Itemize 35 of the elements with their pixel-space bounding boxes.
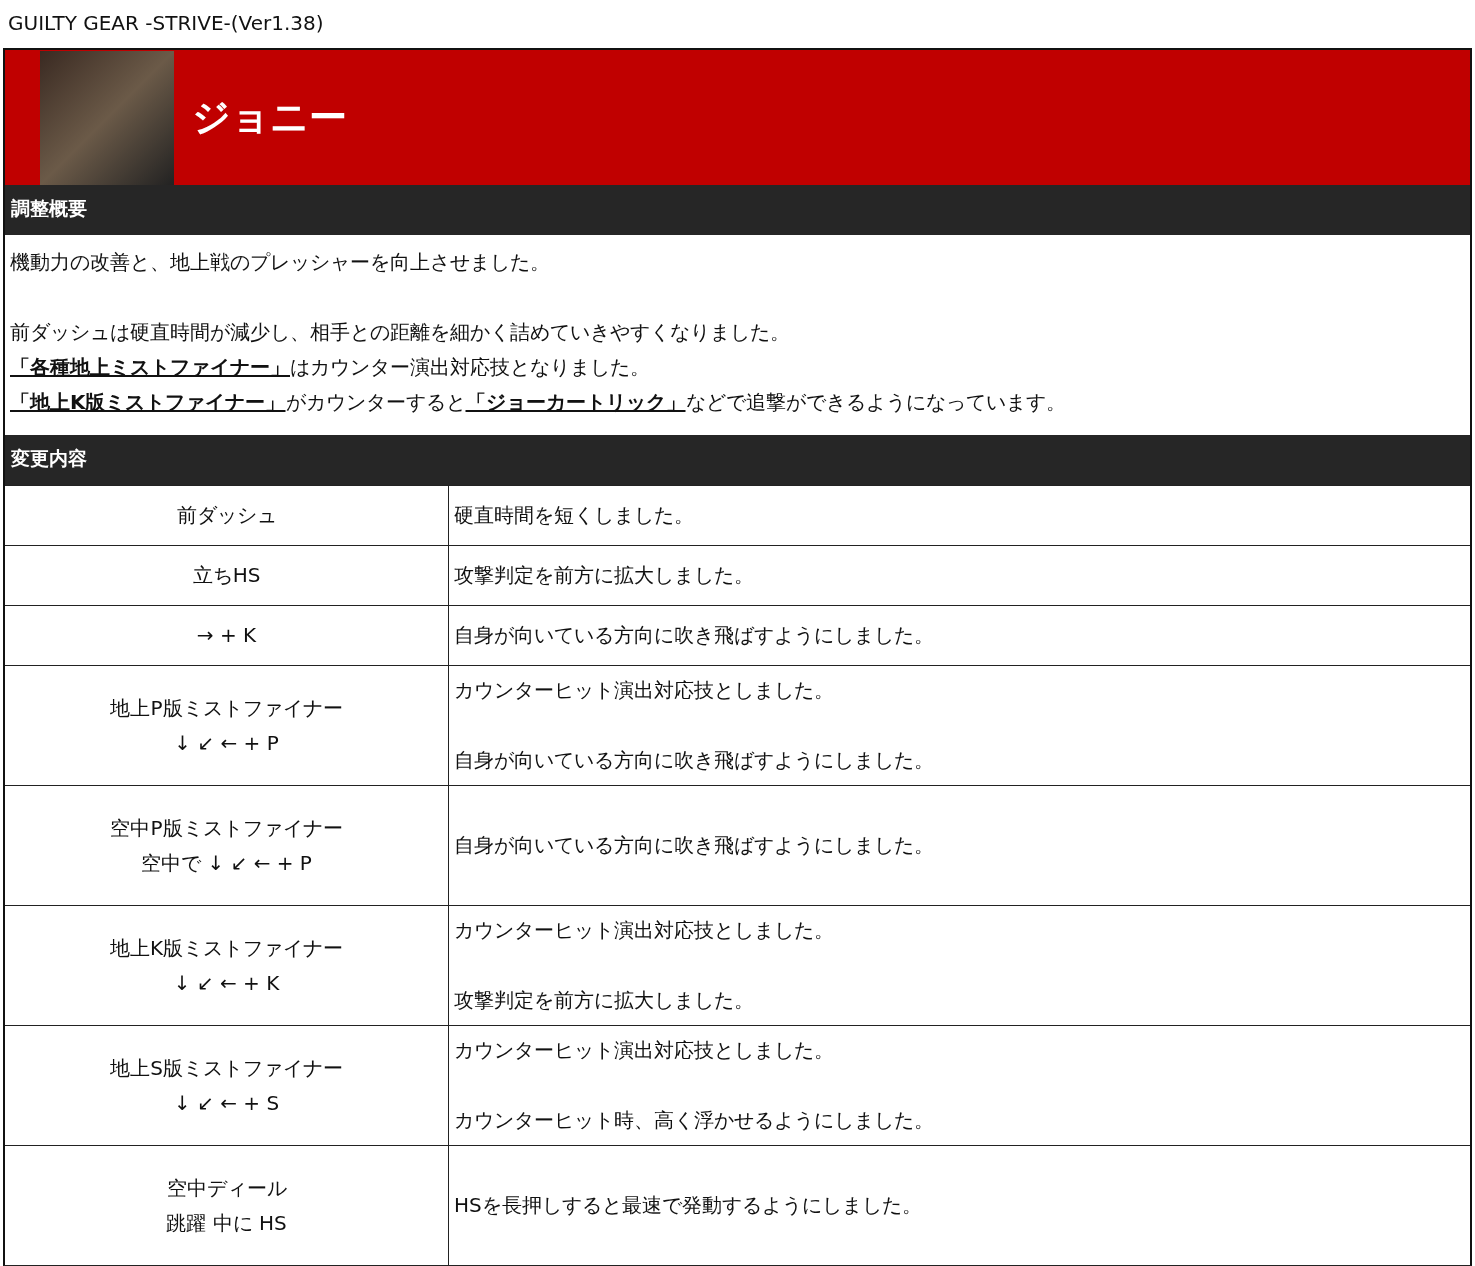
move-name: ↓ ↙ ← + S [173, 1089, 280, 1117]
summary-paragraph: 「各種地上ミストファイナー」はカウンター演出対応技となりました。 [10, 354, 651, 381]
page-title: GUILTY GEAR -STRIVE-(Ver1.38) [7, 10, 324, 37]
move-name: 地上K版ミストファイナー [109, 934, 344, 962]
move-name: 地上P版ミストファイナー [110, 694, 343, 722]
character-name: ジョニー [192, 94, 347, 141]
change-description: 硬直時間を短くしました。 [454, 502, 695, 529]
summary-paragraph: 機動力の改善と、地上戦のプレッシャーを向上させました。 [10, 249, 551, 276]
move-name: ↓ ↙ ← + P [174, 729, 279, 757]
move-name: 地上S版ミストファイナー [110, 1054, 343, 1082]
move-link[interactable]: 「ジョーカートリック」 [465, 390, 686, 414]
section-header: 変更内容 [5, 435, 1470, 485]
move-name: 空中P版ミストファイナー [110, 814, 343, 842]
change-description: カウンターヒット演出対応技としました。 [454, 677, 835, 704]
change-description: 自身が向いている方向に吹き飛ばすようにしました。 [454, 747, 935, 774]
change-description: カウンターヒット演出対応技としました。 [454, 917, 835, 944]
summary-paragraph: 「地上K版ミストファイナー」がカウンターすると「ジョーカートリック」などで追撃ができるようになっています。 [10, 389, 1067, 416]
move-link[interactable]: 「地上K版ミストファイナー」 [10, 390, 286, 414]
summary-paragraph: 前ダッシュは硬直時間が減少し、相手との距離を細かく詰めていきやすくなりました。 [10, 319, 791, 346]
move-name: 空中ディール [166, 1174, 287, 1202]
change-description: HSを長押しすると最速で発動するようにしました。 [454, 1192, 923, 1219]
move-name: 空中で ↓ ↙ ← + P [141, 849, 312, 877]
change-description: 自身が向いている方向に吹き飛ばすようにしました。 [454, 622, 935, 649]
change-description: 自身が向いている方向に吹き飛ばすようにしました。 [454, 832, 935, 859]
change-description: 攻撃判定を前方に拡大しました。 [454, 562, 755, 589]
change-description: カウンターヒット時、高く浮かせるようにしました。 [454, 1107, 935, 1134]
move-name: 立ちHS [192, 562, 261, 589]
move-link[interactable]: 「各種地上ミストファイナー」 [10, 355, 290, 379]
section-header: 調整概要 [5, 185, 1470, 235]
move-name: → + K [196, 622, 257, 649]
move-name: 前ダッシュ [176, 502, 277, 529]
change-description: カウンターヒット演出対応技としました。 [454, 1037, 835, 1064]
move-name: ↓ ↙ ← + K [173, 969, 280, 997]
change-description: 攻撃判定を前方に拡大しました。 [454, 987, 755, 1014]
move-name: 跳躍 中に HS [166, 1209, 287, 1237]
